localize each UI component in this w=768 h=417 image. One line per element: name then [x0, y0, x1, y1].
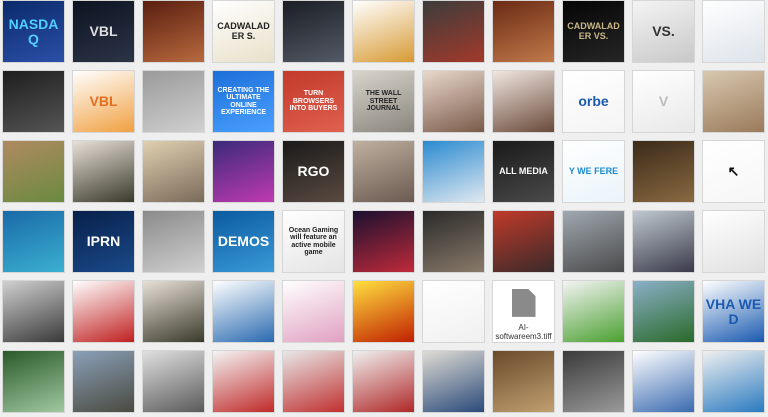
image-thumbnail[interactable] — [142, 70, 205, 133]
image-thumbnail[interactable]: CREATING THE ULTIMATE ONLINE EXPERIENCE — [212, 70, 275, 133]
image-thumbnail[interactable]: VS. — [632, 0, 695, 63]
thumbnail-text: Y WE FERE — [568, 165, 619, 176]
image-thumbnail[interactable] — [142, 280, 205, 343]
image-thumbnail[interactable] — [142, 210, 205, 273]
image-thumbnail[interactable]: IPRN — [72, 210, 135, 273]
image-thumbnail[interactable] — [492, 350, 555, 413]
image-thumbnail[interactable] — [352, 140, 415, 203]
image-thumbnail[interactable] — [282, 0, 345, 63]
thumbnail-text: orbe — [578, 93, 609, 110]
thumbnail-text: CADWALADER S. — [217, 21, 270, 41]
image-thumbnail[interactable] — [422, 70, 485, 133]
thumbnail-text: VS. — [652, 23, 675, 40]
thumbnail-text: ↖ — [727, 163, 740, 180]
image-thumbnail[interactable]: CADWALADER VS. — [562, 0, 625, 63]
image-thumbnail[interactable] — [632, 280, 695, 343]
image-thumbnail[interactable] — [212, 140, 275, 203]
file-thumbnail[interactable]: AI-softwareem3.tiff — [492, 280, 555, 343]
image-thumbnail[interactable] — [282, 280, 345, 343]
image-thumbnail[interactable]: ↖ — [702, 140, 765, 203]
image-thumbnail[interactable] — [72, 350, 135, 413]
image-thumbnail[interactable] — [352, 210, 415, 273]
image-thumbnail[interactable] — [72, 140, 135, 203]
image-thumbnail[interactable] — [492, 70, 555, 133]
image-thumbnail[interactable]: CADWALADER S. — [212, 0, 275, 63]
image-thumbnail[interactable]: VBL — [72, 70, 135, 133]
image-thumbnail[interactable]: VHA WE D — [702, 280, 765, 343]
image-thumbnail[interactable]: ALL MEDIA — [492, 140, 555, 203]
document-icon — [511, 289, 536, 317]
image-thumbnail[interactable] — [2, 70, 65, 133]
thumbnail-text: CREATING THE ULTIMATE ONLINE EXPERIENCE — [217, 86, 270, 116]
thumbnail-text: ALL MEDIA — [499, 165, 548, 176]
image-thumbnail[interactable] — [702, 0, 765, 63]
image-thumbnail[interactable]: orbe — [562, 70, 625, 133]
image-thumbnail[interactable] — [422, 0, 485, 63]
image-thumbnail[interactable] — [282, 350, 345, 413]
image-thumbnail[interactable] — [632, 140, 695, 203]
thumbnail-text: V — [658, 93, 669, 110]
image-thumbnail[interactable] — [352, 0, 415, 63]
image-thumbnail[interactable] — [2, 140, 65, 203]
file-name: AI-softwareem3.tiff — [495, 322, 552, 342]
image-thumbnail[interactable] — [632, 210, 695, 273]
image-thumbnail[interactable] — [212, 350, 275, 413]
image-thumbnail[interactable] — [702, 210, 765, 273]
thumbnail-text: IPRN — [86, 233, 121, 250]
image-thumbnail[interactable] — [492, 210, 555, 273]
image-thumbnail[interactable]: Y WE FERE — [562, 140, 625, 203]
image-thumbnail[interactable] — [562, 210, 625, 273]
thumbnail-text: VBL — [89, 23, 118, 40]
image-thumbnail[interactable] — [422, 140, 485, 203]
thumbnail-text: DEMOS — [217, 233, 270, 250]
image-thumbnail[interactable]: RGO — [282, 140, 345, 203]
image-thumbnail[interactable] — [702, 70, 765, 133]
image-thumbnail[interactable]: NASDAQ — [2, 0, 65, 63]
image-thumbnail[interactable] — [2, 210, 65, 273]
thumbnail-text: CADWALADER VS. — [567, 21, 620, 41]
image-thumbnail[interactable] — [632, 350, 695, 413]
image-thumbnail[interactable] — [142, 140, 205, 203]
image-thumbnail[interactable] — [562, 280, 625, 343]
image-thumbnail[interactable] — [2, 280, 65, 343]
image-thumbnail[interactable] — [492, 0, 555, 63]
thumbnail-text: RGO — [297, 163, 330, 180]
thumbnail-text: TURN BROWSERS INTO BUYERS — [289, 90, 338, 113]
image-thumbnail[interactable] — [72, 280, 135, 343]
image-thumbnail[interactable] — [142, 350, 205, 413]
image-thumbnail[interactable] — [352, 350, 415, 413]
image-thumbnail[interactable] — [562, 350, 625, 413]
image-thumbnail[interactable]: THE WALL STREET JOURNAL — [352, 70, 415, 133]
image-thumbnail[interactable] — [422, 350, 485, 413]
image-thumbnail[interactable]: VBL — [72, 0, 135, 63]
image-thumbnail[interactable]: Ocean Gaming will feature an active mobi… — [282, 210, 345, 273]
image-thumbnail[interactable]: TURN BROWSERS INTO BUYERS — [282, 70, 345, 133]
image-thumbnail[interactable] — [142, 0, 205, 63]
thumbnail-text: NASDAQ — [8, 15, 59, 47]
image-thumbnail[interactable] — [352, 280, 415, 343]
image-thumbnail[interactable] — [2, 350, 65, 413]
image-thumbnail[interactable] — [422, 210, 485, 273]
thumbnail-text: Ocean Gaming will feature an active mobi… — [288, 226, 339, 256]
thumbnail-text: VHA WE D — [705, 295, 762, 327]
image-thumbnail[interactable] — [212, 280, 275, 343]
thumbnail-text: VBL — [89, 93, 118, 110]
image-thumbnail[interactable]: V — [632, 70, 695, 133]
thumbnail-text: THE WALL STREET JOURNAL — [365, 90, 402, 113]
image-thumbnail[interactable]: DEMOS — [212, 210, 275, 273]
image-thumbnail[interactable] — [702, 350, 765, 413]
image-thumbnail[interactable] — [422, 280, 485, 343]
